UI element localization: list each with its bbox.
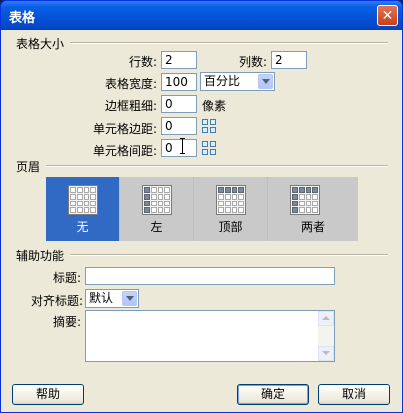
header-option-none-label: 无 <box>76 220 89 234</box>
title-bar[interactable]: 表格 ✕ <box>1 1 402 30</box>
header-option-left[interactable]: 左 <box>120 177 193 241</box>
border-unit-label: 像素 <box>202 99 227 113</box>
cols-input[interactable]: 2 <box>271 51 307 69</box>
table-no-header-icon <box>68 185 98 215</box>
accessibility-group-label: 辅助功能 <box>16 249 65 263</box>
table-top-header-icon <box>216 185 246 215</box>
chevron-down-icon[interactable] <box>122 291 137 306</box>
summary-scrollbar[interactable] <box>318 311 334 361</box>
cell-padding-label: 单元格边距: <box>92 122 157 136</box>
chevron-down-icon[interactable] <box>258 74 273 89</box>
align-caption-select[interactable]: 默认 <box>85 289 139 308</box>
scroll-up-icon[interactable] <box>318 311 334 326</box>
width-unit-value: 百分比 <box>204 74 241 88</box>
accessibility-group-divider <box>70 254 388 256</box>
border-input[interactable]: 0 <box>161 95 197 113</box>
table-left-header-icon <box>142 185 172 215</box>
size-group-divider <box>70 42 388 44</box>
table-both-header-icon <box>290 185 320 215</box>
cols-label: 列数: <box>238 55 267 69</box>
header-group-divider <box>46 165 388 167</box>
caption-label: 标题: <box>52 271 81 285</box>
width-label: 表格宽度: <box>104 77 157 91</box>
help-button[interactable]: 帮助 <box>12 384 84 405</box>
border-label: 边框粗细: <box>104 99 157 113</box>
scroll-down-icon[interactable] <box>318 346 334 361</box>
header-options: 无 左 顶部 两者 <box>46 177 358 241</box>
header-option-top[interactable]: 顶部 <box>194 177 267 241</box>
text-cursor-icon <box>180 138 187 154</box>
width-input[interactable]: 100 <box>161 73 197 91</box>
header-option-left-label: 左 <box>150 220 163 234</box>
header-option-none[interactable]: 无 <box>46 177 119 241</box>
close-button[interactable]: ✕ <box>377 5 398 26</box>
size-group-label: 表格大小 <box>16 37 65 51</box>
align-caption-label: 对齐标题: <box>30 294 83 308</box>
rows-label: 行数: <box>128 55 157 69</box>
summary-textarea[interactable] <box>85 310 335 362</box>
header-option-both[interactable]: 两者 <box>268 177 358 241</box>
cell-padding-grid-icon <box>201 118 217 134</box>
cell-spacing-label: 单元格间距: <box>92 144 157 158</box>
summary-label: 摘要: <box>52 315 81 329</box>
cell-padding-input[interactable]: 0 <box>161 117 197 135</box>
rows-input[interactable]: 2 <box>161 51 197 69</box>
align-caption-value: 默认 <box>89 291 114 305</box>
cancel-button[interactable]: 取消 <box>318 384 390 405</box>
width-unit-select[interactable]: 百分比 <box>200 72 275 91</box>
cell-spacing-grid-icon <box>201 140 217 156</box>
cell-spacing-input[interactable]: 0 <box>161 139 197 157</box>
header-option-top-label: 顶部 <box>218 220 243 234</box>
caption-input[interactable] <box>85 267 335 285</box>
ok-button[interactable]: 确定 <box>237 384 309 405</box>
header-option-both-label: 两者 <box>300 220 325 234</box>
header-group-label: 页眉 <box>16 160 41 174</box>
table-dialog: 表格 ✕ 表格大小 行数: 2 列数: 2 表格宽度: 100 百分比 边框粗细… <box>0 0 403 413</box>
close-icon: ✕ <box>381 7 394 24</box>
dialog-title: 表格 <box>9 11 36 26</box>
